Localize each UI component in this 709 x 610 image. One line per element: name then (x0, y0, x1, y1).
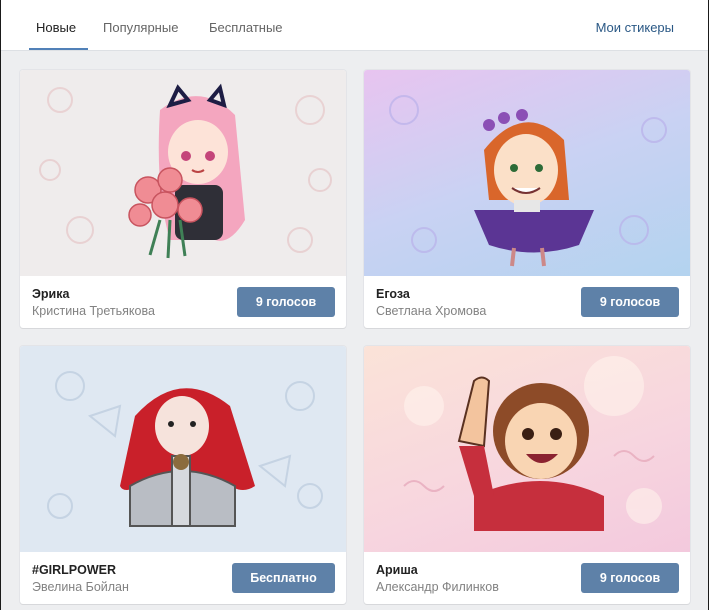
sticker-pack-card[interactable]: Егоза Светлана Хромова 9 голосов (364, 70, 690, 328)
tab-new[interactable]: Новые (36, 20, 76, 35)
pack-title[interactable]: Егоза (376, 287, 410, 301)
pack-author: Эвелина Бойлан (32, 580, 129, 594)
pack-title[interactable]: #GIRLPOWER (32, 563, 116, 577)
erika-sticker-image (39, 83, 332, 259)
active-tab-indicator (29, 48, 88, 50)
arisha-sticker-image (403, 356, 662, 531)
vote-button[interactable]: 9 голосов (581, 563, 679, 593)
pack-title[interactable]: Эрика (32, 287, 69, 301)
sticker-pack-card[interactable]: Ариша Александр Филинков 9 голосов (364, 346, 690, 604)
free-button[interactable]: Бесплатно (232, 563, 335, 593)
vote-button[interactable]: 9 голосов (581, 287, 679, 317)
sticker-pack-card[interactable]: #GIRLPOWER Эвелина Бойлан Бесплатно (20, 346, 346, 604)
my-stickers-link[interactable]: Мои стикеры (596, 20, 674, 35)
vote-button[interactable]: 9 голосов (237, 287, 335, 317)
pack-author: Александр Филинков (376, 580, 499, 594)
sticker-pack-preview[interactable] (364, 346, 690, 552)
sticker-pack-preview[interactable] (20, 70, 346, 276)
pack-author: Кристина Третьякова (32, 304, 155, 318)
tabs-bar: Новые Популярные Бесплатные Мои стикеры (1, 0, 708, 51)
sticker-pack-preview[interactable] (364, 70, 690, 276)
sticker-store-window: Новые Популярные Бесплатные Мои стикеры (0, 0, 708, 610)
sticker-pack-preview[interactable] (20, 346, 346, 552)
sticker-pack-card[interactable]: Эрика Кристина Третьякова 9 голосов (20, 70, 346, 328)
tab-free[interactable]: Бесплатные (209, 20, 283, 35)
tab-popular[interactable]: Популярные (103, 20, 178, 35)
egoza-sticker-image (389, 95, 667, 267)
pack-author: Светлана Хромова (376, 304, 487, 318)
girlpower-sticker-image (47, 371, 323, 527)
pack-title[interactable]: Ариша (376, 563, 418, 577)
